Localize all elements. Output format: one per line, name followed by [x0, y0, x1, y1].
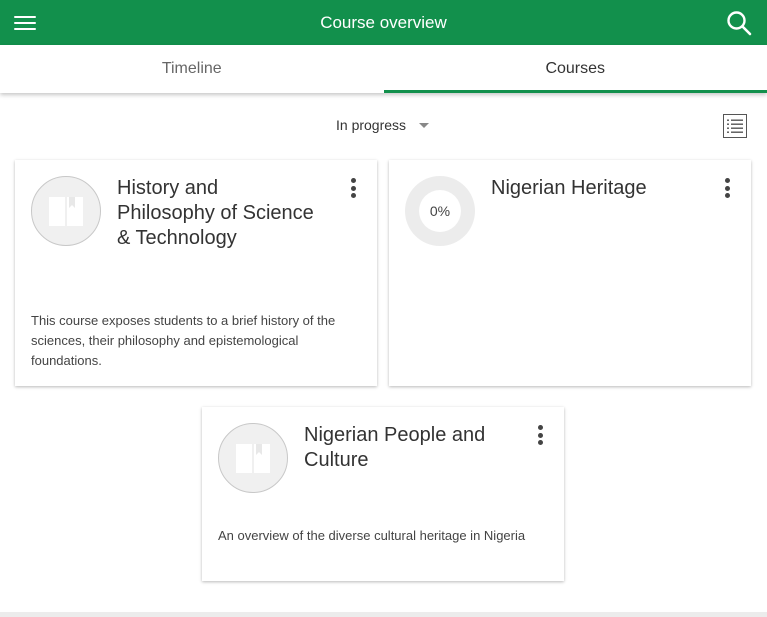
- tab-bar: Timeline Courses: [0, 45, 767, 93]
- course-name[interactable]: History and Philosophy of Science & Tech…: [117, 176, 317, 251]
- course-name[interactable]: Nigerian Heritage: [491, 176, 691, 201]
- list-view-icon[interactable]: [723, 114, 747, 138]
- book-icon: [218, 423, 288, 493]
- search-icon[interactable]: [725, 9, 753, 37]
- progress-filter-dropdown[interactable]: In progress: [336, 117, 430, 133]
- course-card[interactable]: Nigerian People and Culture An overview …: [202, 407, 564, 581]
- course-name[interactable]: Nigerian People and Culture: [304, 423, 504, 473]
- course-card[interactable]: 0% Nigerian Heritage: [389, 160, 751, 386]
- chevron-down-icon: [419, 122, 430, 128]
- course-description: An overview of the diverse cultural heri…: [218, 528, 526, 543]
- tab-courses[interactable]: Courses: [383, 45, 767, 93]
- menu-icon[interactable]: [14, 13, 36, 33]
- more-options-icon[interactable]: [530, 423, 550, 447]
- filter-selected-value: In progress: [336, 117, 407, 133]
- app-bar: Course overview: [0, 0, 767, 45]
- course-card[interactable]: History and Philosophy of Science & Tech…: [15, 160, 377, 386]
- progress-value: 0%: [419, 190, 461, 232]
- progress-chart: 0%: [405, 176, 475, 246]
- page-title: Course overview: [320, 12, 447, 32]
- course-description: This course exposes students to a brief …: [31, 313, 336, 368]
- tab-timeline[interactable]: Timeline: [0, 45, 384, 93]
- more-options-icon[interactable]: [717, 176, 737, 200]
- bottom-divider: [0, 612, 767, 617]
- more-options-icon[interactable]: [343, 176, 363, 200]
- book-icon: [31, 176, 101, 246]
